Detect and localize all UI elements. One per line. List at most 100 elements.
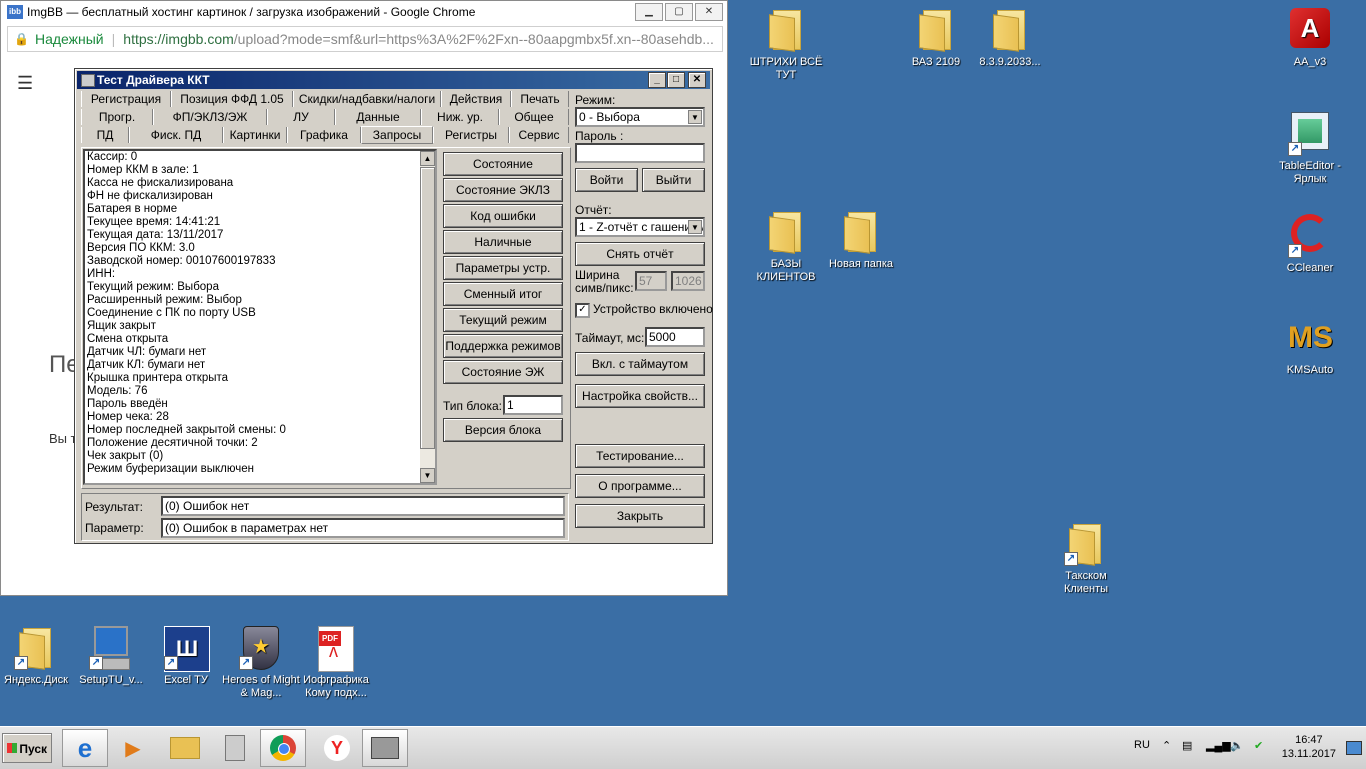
logout-button[interactable]: Выйти: [642, 168, 705, 192]
tab-pictures[interactable]: Картинки: [223, 127, 287, 143]
device-on-checkbox[interactable]: ✓: [575, 303, 590, 318]
action-center-icon[interactable]: ✔: [1254, 739, 1263, 752]
tab-position-ffd[interactable]: Позиция ФФД 1.05: [171, 91, 293, 107]
address-separator: |: [111, 31, 116, 47]
desktop-icon-bazy-klientov[interactable]: БАЗЫ КЛИЕНТОВ: [746, 210, 826, 284]
language-indicator[interactable]: RU: [1134, 739, 1150, 751]
report-select[interactable]: 1 - Z-отчёт с гашением ▼: [575, 217, 705, 237]
calculator-icon: [225, 735, 245, 761]
volume-icon[interactable]: 🔈: [1230, 739, 1244, 752]
tray-expand-icon[interactable]: ⌃: [1162, 739, 1171, 752]
tab-registers[interactable]: Регистры: [433, 127, 509, 143]
desktop-icon-aa-v3[interactable]: A AA_v3: [1270, 8, 1350, 69]
shift-total-button[interactable]: Сменный итог: [443, 282, 563, 306]
tab-requests[interactable]: Запросы: [361, 126, 433, 144]
dialog-minimize-button[interactable]: _: [648, 72, 666, 88]
tab-pd[interactable]: ПД: [81, 127, 129, 143]
desktop-icon-8392033[interactable]: 8.3.9.2033...: [970, 8, 1050, 69]
desktop-icon-taxcom[interactable]: ↗ Такском Клиенты: [1046, 522, 1126, 596]
url-path: /upload?mode=smf&url=https%3A%2F%2Fxn--8…: [233, 31, 714, 47]
device-params-button[interactable]: Параметры устр.: [443, 256, 563, 280]
desktop-icon-setuptu[interactable]: ↗ SetupTU_v...: [71, 626, 151, 687]
dialog-maximize-button[interactable]: □: [667, 72, 685, 88]
mode-select[interactable]: 0 - Выбора ▼: [575, 107, 705, 127]
ezh-state-button[interactable]: Состояние ЭЖ: [443, 360, 563, 384]
show-desktop-icon[interactable]: [1346, 741, 1362, 755]
block-type-input[interactable]: 1: [503, 395, 563, 415]
desktop-icon-excel-tu[interactable]: Ш ↗ Excel ТУ: [146, 626, 226, 687]
tab-print[interactable]: Печать: [511, 91, 569, 107]
desktop-icon-label: ВАЗ 2109: [911, 56, 961, 68]
usb-device-icon[interactable]: ▤: [1182, 739, 1192, 752]
properties-button[interactable]: Настройка свойств...: [575, 384, 705, 408]
close-button[interactable]: ✕: [695, 3, 723, 21]
clock[interactable]: 16:47 13.11.2017: [1282, 733, 1336, 761]
password-input[interactable]: [575, 143, 705, 163]
scroll-down-arrow-icon[interactable]: ▼: [420, 468, 435, 483]
modes-support-button[interactable]: Поддержка режимов: [443, 334, 563, 358]
network-icon[interactable]: ▂▄▆: [1206, 739, 1231, 752]
taskbar-explorer[interactable]: [162, 729, 208, 767]
taskbar-ie[interactable]: e: [62, 729, 108, 767]
tab-general[interactable]: Общее: [499, 109, 569, 125]
dropdown-arrow-icon[interactable]: ▼: [688, 220, 702, 234]
tab-data[interactable]: Данные: [335, 109, 421, 125]
tab-discounts[interactable]: Скидки/надбавки/налоги: [293, 91, 441, 107]
tab-low-level[interactable]: Ниж. ур.: [421, 109, 499, 125]
desktop-icon-shtrihi[interactable]: ШТРИХИ ВСЁ ТУТ: [746, 8, 826, 82]
close-dialog-button[interactable]: Закрыть: [575, 504, 705, 528]
address-bar[interactable]: 🔒 Надежный | https://imgbb.com/upload?mo…: [7, 26, 723, 52]
memo-line: Датчик КЛ: бумаги нет: [87, 359, 206, 371]
tab-graphics[interactable]: Графика: [287, 127, 361, 143]
login-button[interactable]: Войти: [575, 168, 638, 192]
testing-button[interactable]: Тестирование...: [575, 444, 705, 468]
taskbar-calculator[interactable]: [212, 729, 258, 767]
cash-button[interactable]: Наличные: [443, 230, 563, 254]
tab-progr[interactable]: Прогр.: [81, 109, 153, 125]
error-code-button[interactable]: Код ошибки: [443, 204, 563, 228]
current-mode-button[interactable]: Текущий режим: [443, 308, 563, 332]
dropdown-arrow-icon[interactable]: ▼: [688, 110, 702, 124]
taskbar-kkt-driver[interactable]: [362, 729, 408, 767]
taskbar-yandex[interactable]: Y: [314, 729, 360, 767]
url-text[interactable]: https://imgbb.com/upload?mode=smf&url=ht…: [123, 31, 714, 47]
desktop-icon-vaz[interactable]: ВАЗ 2109: [896, 8, 976, 69]
timeout-input[interactable]: 5000: [645, 327, 705, 347]
scroll-up-arrow-icon[interactable]: ▲: [420, 151, 435, 166]
memo-line: Чек закрыт (0): [87, 450, 164, 462]
memo-scrollbar[interactable]: ▲ ▼: [420, 151, 435, 483]
about-button[interactable]: О программе...: [575, 474, 705, 498]
eklz-state-button[interactable]: Состояние ЭКЛЗ: [443, 178, 563, 202]
maximize-button[interactable]: ▢: [665, 3, 693, 21]
dialog-title-bar[interactable]: Тест Драйвера ККТ _ □ ✕: [77, 71, 710, 89]
taskbar-media-player[interactable]: ▶: [110, 729, 156, 767]
take-report-button[interactable]: Снять отчёт: [575, 242, 705, 266]
desktop-icon-yandex-disk[interactable]: ↗ Яндекс.Диск: [0, 626, 76, 687]
desktop-icon-kmsauto[interactable]: MS KMSAuto: [1270, 316, 1350, 377]
tab-fisk-pd[interactable]: Фиск. ПД: [129, 127, 223, 143]
desktop-icon-new-folder[interactable]: Новая папка: [821, 210, 901, 271]
scroll-thumb[interactable]: [420, 167, 435, 449]
chrome-title-bar[interactable]: ibb ImgBB — бесплатный хостинг картинок …: [1, 1, 727, 23]
status-memo[interactable]: Кассир: 0 Номер ККМ в зале: 1 Касса не фис…: [83, 149, 437, 485]
taskbar-chrome[interactable]: [260, 729, 306, 767]
enable-with-timeout-button[interactable]: Вкл. с таймаутом: [575, 352, 705, 376]
tab-lu[interactable]: ЛУ: [267, 109, 335, 125]
tab-fp-eklz[interactable]: ФП/ЭКЛЗ/ЭЖ: [153, 109, 267, 125]
block-version-button[interactable]: Версия блока: [443, 418, 563, 442]
hamburger-menu-icon[interactable]: ☰: [17, 73, 33, 94]
tab-actions[interactable]: Действия: [441, 91, 511, 107]
desktop-icon-ccleaner[interactable]: ↗ CCleaner: [1270, 214, 1350, 275]
desktop-icon-label: KMSAuto: [1286, 364, 1334, 376]
desktop-icon-heroes[interactable]: ★ ↗ Heroes of Might & Mag...: [221, 626, 301, 700]
desktop-icon-infographic-pdf[interactable]: PDF ᴧ Иофграфика Кому подх...: [296, 626, 376, 700]
state-button[interactable]: Состояние: [443, 152, 563, 176]
tab-registration[interactable]: Регистрация: [81, 91, 171, 107]
dialog-close-button[interactable]: ✕: [688, 72, 706, 88]
memo-line: Батарея в норме: [87, 203, 178, 215]
folder-icon: [769, 8, 803, 52]
start-button[interactable]: Пуск: [2, 733, 52, 763]
tab-service[interactable]: Сервис: [509, 127, 569, 143]
desktop-icon-tableeditor[interactable]: ↗ TableEditor - Ярлык: [1270, 112, 1350, 186]
minimize-button[interactable]: ▁: [635, 3, 663, 21]
